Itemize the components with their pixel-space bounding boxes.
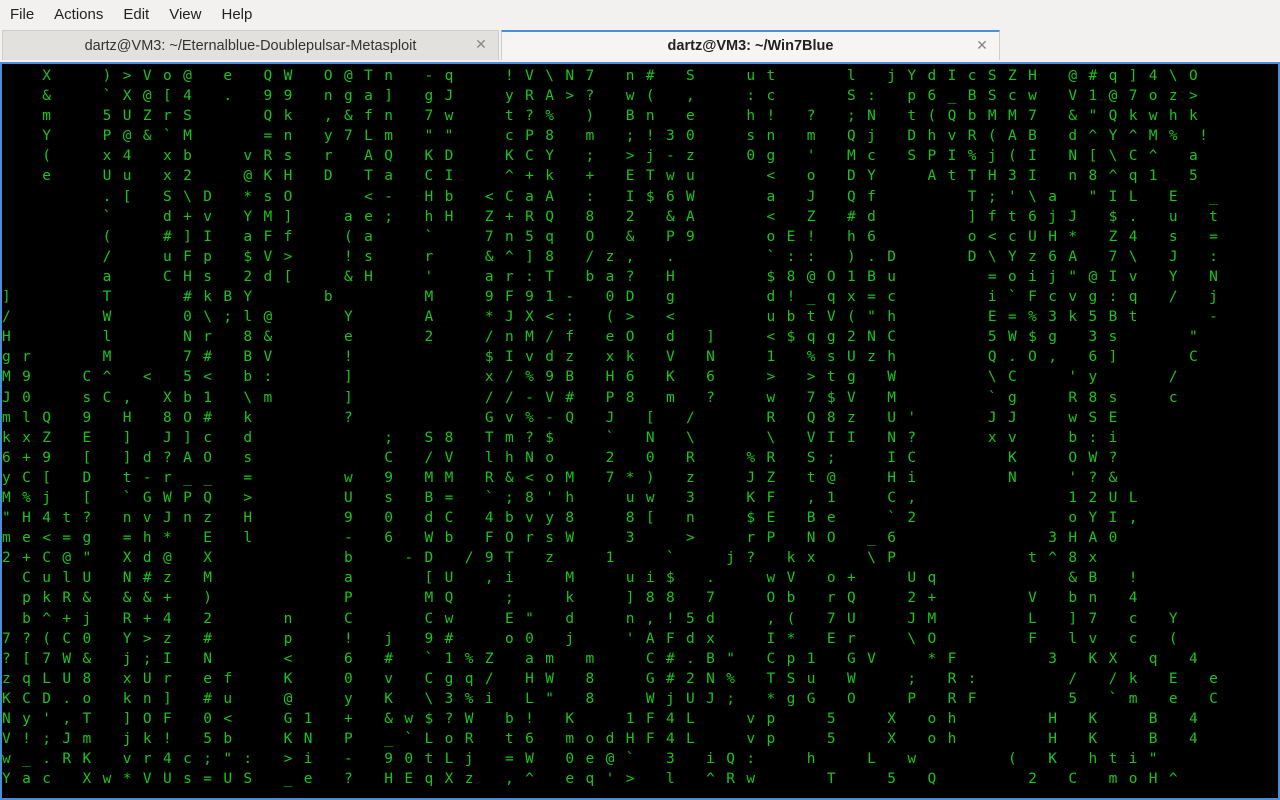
tab-label: dartz@VM3: ~/Win7Blue bbox=[667, 38, 834, 54]
matrix-line: ( # ] I a F f ( a ` 7 n 5 q O & P 9 o E … bbox=[2, 228, 1220, 245]
matrix-line: 7 ? ( C 0 Y > z # p ! j 9 # o 0 j ' A F … bbox=[2, 630, 1179, 647]
tab-eternalblue[interactable]: dartz@VM3: ~/Eternalblue-Doublepulsar-Me… bbox=[2, 30, 499, 60]
matrix-line: " H 4 t ? n v J n z H 9 0 d C 4 b v y 8 … bbox=[2, 510, 1139, 527]
matrix-line: m e < = g = h * E l - 6 W b F O r s W 3 … bbox=[2, 530, 1119, 547]
matrix-line: ` d + v Y M ] a e ; h H Z + R Q 8 2 & A … bbox=[2, 208, 1220, 225]
matrix-line: ? [ 7 W & j ; I N < 6 # ` 1 % Z a m m C … bbox=[2, 650, 1200, 667]
menu-actions[interactable]: Actions bbox=[44, 0, 113, 29]
matrix-line: / W 0 \ ; l @ Y A * J X < : ( > < u b t … bbox=[2, 309, 1220, 326]
menu-file[interactable]: File bbox=[0, 0, 44, 29]
matrix-line: p k R & & & + ) P M Q ; k ] 8 8 7 O b r … bbox=[2, 590, 1139, 607]
matrix-line: J 0 s C , X b 1 \ m ] / / - V # P 8 m ? … bbox=[2, 389, 1179, 406]
matrix-line: Y a c X w * V U s = U S _ e ? H E q X z … bbox=[2, 771, 1179, 788]
matrix-line: g r M 7 # B V ! $ I v d z x k V N 1 % s … bbox=[2, 349, 1200, 366]
matrix-line: Y P @ & ` M = n y 7 L m " " c P 8 m ; ! … bbox=[2, 128, 1220, 145]
menu-edit[interactable]: Edit bbox=[113, 0, 159, 29]
menu-help[interactable]: Help bbox=[211, 0, 262, 29]
matrix-line: C u l U N # z M a [ U , i M u i $ . w V … bbox=[2, 570, 1139, 587]
matrix-line: ( x 4 x b v R s r A Q K D K C Y ; > j - … bbox=[2, 148, 1200, 165]
matrix-line: m 5 U Z r S Q k , & f n 7 w t ? % ) B n … bbox=[2, 108, 1200, 125]
menubar: File Actions Edit View Help bbox=[0, 0, 1280, 29]
matrix-line: & ` X @ [ 4 . 9 9 n g a ] g J y R A > ? … bbox=[2, 88, 1200, 105]
tab-win7blue[interactable]: dartz@VM3: ~/Win7Blue ✕ bbox=[501, 30, 1000, 60]
matrix-line: N y ' , T ] O F 0 < G 1 + & w $ ? W b ! … bbox=[2, 711, 1200, 727]
matrix-line: y C [ D t - r _ _ = w 9 M M R & < o M 7 … bbox=[2, 469, 1119, 486]
matrix-line: m l Q 9 H 8 O # k ? G v % - Q J [ / R Q … bbox=[2, 409, 1119, 426]
matrix-line: M 9 C ^ < 5 < b : ] x / % 9 B H 6 K 6 > … bbox=[2, 369, 1179, 386]
matrix-line: K C D . o k n ] # u @ y K \ 3 % i L " 8 … bbox=[2, 690, 1220, 707]
matrix-line: H l N r 8 & e 2 / n M / f e O d ] < $ q … bbox=[2, 329, 1200, 346]
terminal-view[interactable]: X ) > V o @ e Q W O @ T n - q ! V \ N 7 … bbox=[0, 62, 1280, 800]
matrix-line: / u F p $ V > ! s r & ^ ] 8 / z , . ` : … bbox=[2, 248, 1220, 265]
matrix-line: 6 + 9 [ ] d ? A O s C / V l h N o 2 0 R … bbox=[2, 449, 1119, 466]
matrix-line: . [ S \ D * s O < - H b < C a A : I $ 6 … bbox=[2, 188, 1220, 205]
close-icon[interactable]: ✕ bbox=[975, 38, 989, 52]
matrix-line: 2 + C @ " X d @ X b - D / 9 T z 1 ` j ? … bbox=[2, 550, 1099, 567]
matrix-output: X ) > V o @ e Q W O @ T n - q ! V \ N 7 … bbox=[2, 66, 1219, 789]
matrix-line: ] T # k B Y b M 9 F 9 1 - 0 D g d ! _ q … bbox=[2, 289, 1220, 306]
matrix-line: e U u x 2 @ K H D T a C I ^ + k + E T w … bbox=[2, 168, 1200, 185]
tab-label: dartz@VM3: ~/Eternalblue-Doublepulsar-Me… bbox=[84, 37, 417, 54]
matrix-line: X ) > V o @ e Q W O @ T n - q ! V \ N 7 … bbox=[2, 68, 1200, 84]
matrix-line: b ^ + j R + 4 2 n C C w E " d n , ! 5 d … bbox=[2, 610, 1179, 627]
tab-bar: dartz@VM3: ~/Eternalblue-Doublepulsar-Me… bbox=[0, 29, 1280, 62]
matrix-line: M % j [ ` G W P Q > U s B = ` ; 8 ' h u … bbox=[2, 489, 1139, 506]
matrix-line: z q L U 8 x U r e f K 0 v C g q / H W 8 … bbox=[2, 670, 1220, 687]
close-icon[interactable]: ✕ bbox=[474, 37, 488, 51]
matrix-line: w _ . R K v r 4 c ; " : > i - 9 0 t L j … bbox=[2, 751, 1159, 768]
matrix-line: V ! ; J m j k ! 5 b K N P _ ` L o R t 6 … bbox=[2, 731, 1200, 748]
matrix-line: k x Z E ] J ] c d ; S 8 T m ? $ ` N \ \ … bbox=[2, 429, 1119, 446]
menu-view[interactable]: View bbox=[159, 0, 211, 29]
matrix-line: a C H s 2 d [ & H ' a r : T b a ? H $ 8 … bbox=[2, 268, 1220, 285]
